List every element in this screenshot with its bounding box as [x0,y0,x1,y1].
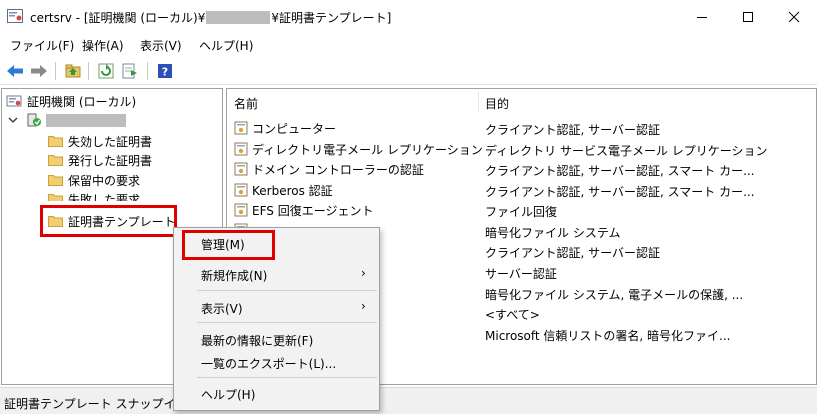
toolbar: ? [0,57,817,85]
status-text: 証明書テンプレート スナップインの [4,397,200,411]
certificate-template-icon [234,203,248,217]
list-item[interactable]: コンピューター [234,118,336,138]
back-arrow-icon [7,65,23,77]
purpose-cell: クライアント認証, サーバー認証 [485,246,661,260]
folder-icon [48,175,63,186]
maximize-icon [743,11,753,22]
export-list-button[interactable] [121,62,139,80]
purpose-cell: 暗号化ファイル システム [485,226,621,240]
maximize-button[interactable] [725,0,771,33]
purpose-cell: 暗号化ファイル システム, 電子メールの保護, ... [485,288,744,302]
highlight-box-templates [40,205,177,237]
ca-server-icon [27,113,41,127]
column-divider[interactable] [478,92,479,112]
context-menu-export-list[interactable]: 一覧のエクスポート(L)... [201,355,336,372]
tree-root[interactable]: 証明機関 (ローカル) [6,92,136,110]
context-menu-view[interactable]: 表示(V) [201,300,243,317]
close-icon [788,11,800,22]
forward-button[interactable] [30,62,48,80]
list-item[interactable]: Kerberos 認証 [234,180,333,200]
certificate-template-icon [234,142,248,156]
menu-file[interactable]: ファイル(F) [10,37,74,54]
context-menu: 管理(M) 新規作成(N) › 表示(V) › 最新の情報に更新(F) 一覧のエ… [173,227,380,411]
up-one-level-button[interactable] [64,62,82,80]
minimize-icon [697,16,707,18]
tree-item-pending[interactable]: 保留中の要求 [48,171,140,189]
status-bar: 証明書テンプレート スナップインの [0,387,817,414]
menu-bar: ファイル(F) 操作(A) 表示(V) ヘルプ(H) [0,33,817,57]
highlight-box-manage [182,230,275,260]
refresh-icon [98,63,114,79]
submenu-arrow-icon: › [361,299,366,313]
menu-separator [197,377,377,378]
context-menu-new[interactable]: 新規作成(N) [201,267,267,284]
export-list-icon [122,63,137,79]
up-folder-icon [65,64,81,78]
title-bar: certsrv - [証明機関 (ローカル)¥ ¥証明書テンプレート] [0,0,817,33]
toolbar-separator [88,62,89,80]
window-title: certsrv - [証明機関 (ローカル)¥ ¥証明書テンプレート] [30,11,392,25]
purpose-cell: クライアント認証, サーバー認証, スマート カー... [485,185,755,199]
menu-action[interactable]: 操作(A) [82,37,124,54]
menu-help[interactable]: ヘルプ(H) [199,37,253,54]
certificate-authority-icon [6,95,22,107]
list-item[interactable]: EFS 回復エージェント [234,200,373,220]
certificate-template-icon [234,162,248,176]
folder-icon [48,136,63,147]
column-header-purpose[interactable]: 目的 [485,95,509,112]
purpose-cell: クライアント認証, サーバー認証, スマート カー... [485,164,755,178]
purpose-cell: ディレクトリ サービス電子メール レプリケーション [485,144,768,158]
list-item[interactable]: ディレクトリ電子メール レプリケーション [234,139,483,159]
purpose-cell: クライアント認証, サーバー認証 [485,123,661,137]
context-menu-refresh[interactable]: 最新の情報に更新(F) [201,332,313,349]
back-button[interactable] [6,62,24,80]
tree-item-revoked[interactable]: 失効した証明書 [48,132,152,150]
column-header-name[interactable]: 名前 [234,95,258,112]
svg-text:?: ? [162,66,168,79]
purpose-cell: ファイル回復 [485,205,558,219]
purpose-cell: Microsoft 信頼リストの署名, 暗号化ファイ... [485,329,731,343]
minimize-button[interactable] [679,0,725,33]
help-button[interactable]: ? [156,62,174,80]
menu-separator [197,290,377,291]
submenu-arrow-icon: › [361,266,366,280]
forward-arrow-icon [31,65,47,77]
redacted-server-name [46,113,126,127]
tree-item-issued[interactable]: 発行した証明書 [48,151,152,169]
close-button[interactable] [771,0,817,33]
redacted-server-name [206,11,271,24]
list-item[interactable]: ドメイン コントローラーの認証 [234,159,424,179]
toolbar-separator [147,62,148,80]
menu-view[interactable]: 表示(V) [140,37,182,54]
chevron-down-icon[interactable] [8,115,18,125]
tree-server-node[interactable] [8,111,126,129]
certificate-template-icon [234,121,248,135]
purpose-cell: サーバー認証 [485,267,557,281]
help-icon: ? [158,64,172,79]
toolbar-separator [55,62,56,80]
certificate-template-icon [234,183,248,197]
folder-icon [48,155,63,166]
context-menu-help[interactable]: ヘルプ(H) [201,386,255,403]
menu-separator [197,322,377,323]
purpose-cell: <すべて> [485,308,540,322]
refresh-button[interactable] [97,62,115,80]
certsrv-app-icon [7,9,23,23]
